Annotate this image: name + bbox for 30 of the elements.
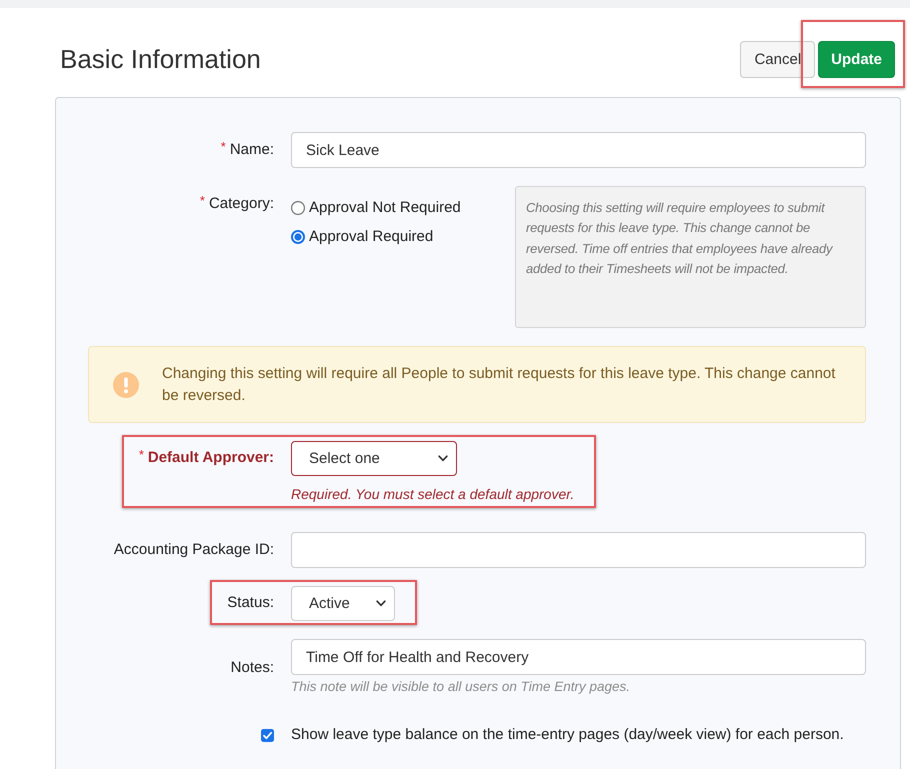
radio-button[interactable]	[291, 230, 305, 244]
field-label: Notes:	[230, 658, 274, 678]
checkbox-label[interactable]: Show leave type balance on the time-entry pages (day/week view) for each person.	[291, 726, 844, 743]
select-dropdown[interactable]: Active	[291, 586, 395, 621]
required-mark: *	[200, 194, 205, 208]
input-field[interactable]	[291, 532, 866, 568]
field-label: Accounting Package ID:	[114, 540, 274, 560]
update-button[interactable]: Update	[818, 41, 895, 78]
page-title: Basic Information	[60, 43, 261, 76]
field-label: Status:	[227, 593, 274, 613]
exclamation-icon	[113, 372, 139, 398]
field-label: Category:	[208, 194, 274, 214]
required-mark: *	[138, 448, 144, 462]
info-box: Choosing this setting will require employees to submit requests for this leave type. This change cannot be reversed. Time off entries that employees have already added to their Timesheets will not be impacted.	[515, 186, 866, 328]
field-label: Name:	[230, 140, 274, 160]
chevron-down-icon	[438, 455, 448, 462]
radio-label[interactable]: Approval Not Required	[309, 198, 461, 218]
error-message: Required. You must select a default approver.	[291, 485, 574, 504]
alert-message: Changing this setting will require all People to submit requests for this leave type. This change cannot be reversed.	[162, 364, 836, 406]
checkbox[interactable]	[261, 728, 274, 742]
field-label: Default Approver:	[148, 448, 274, 468]
field-hint: This note will be visible to all users on Time Entry pages.	[291, 678, 632, 696]
radio-button[interactable]	[291, 201, 305, 215]
input-field[interactable]: Sick Leave	[291, 132, 866, 168]
required-mark: *	[220, 140, 226, 154]
cancel-button[interactable]: Cancel	[740, 41, 816, 78]
select-dropdown[interactable]: Select one	[291, 441, 457, 476]
chevron-down-icon	[376, 600, 386, 607]
input-field[interactable]: Time Off for Health and Recovery	[291, 639, 866, 675]
radio-label[interactable]: Approval Required	[309, 227, 434, 247]
